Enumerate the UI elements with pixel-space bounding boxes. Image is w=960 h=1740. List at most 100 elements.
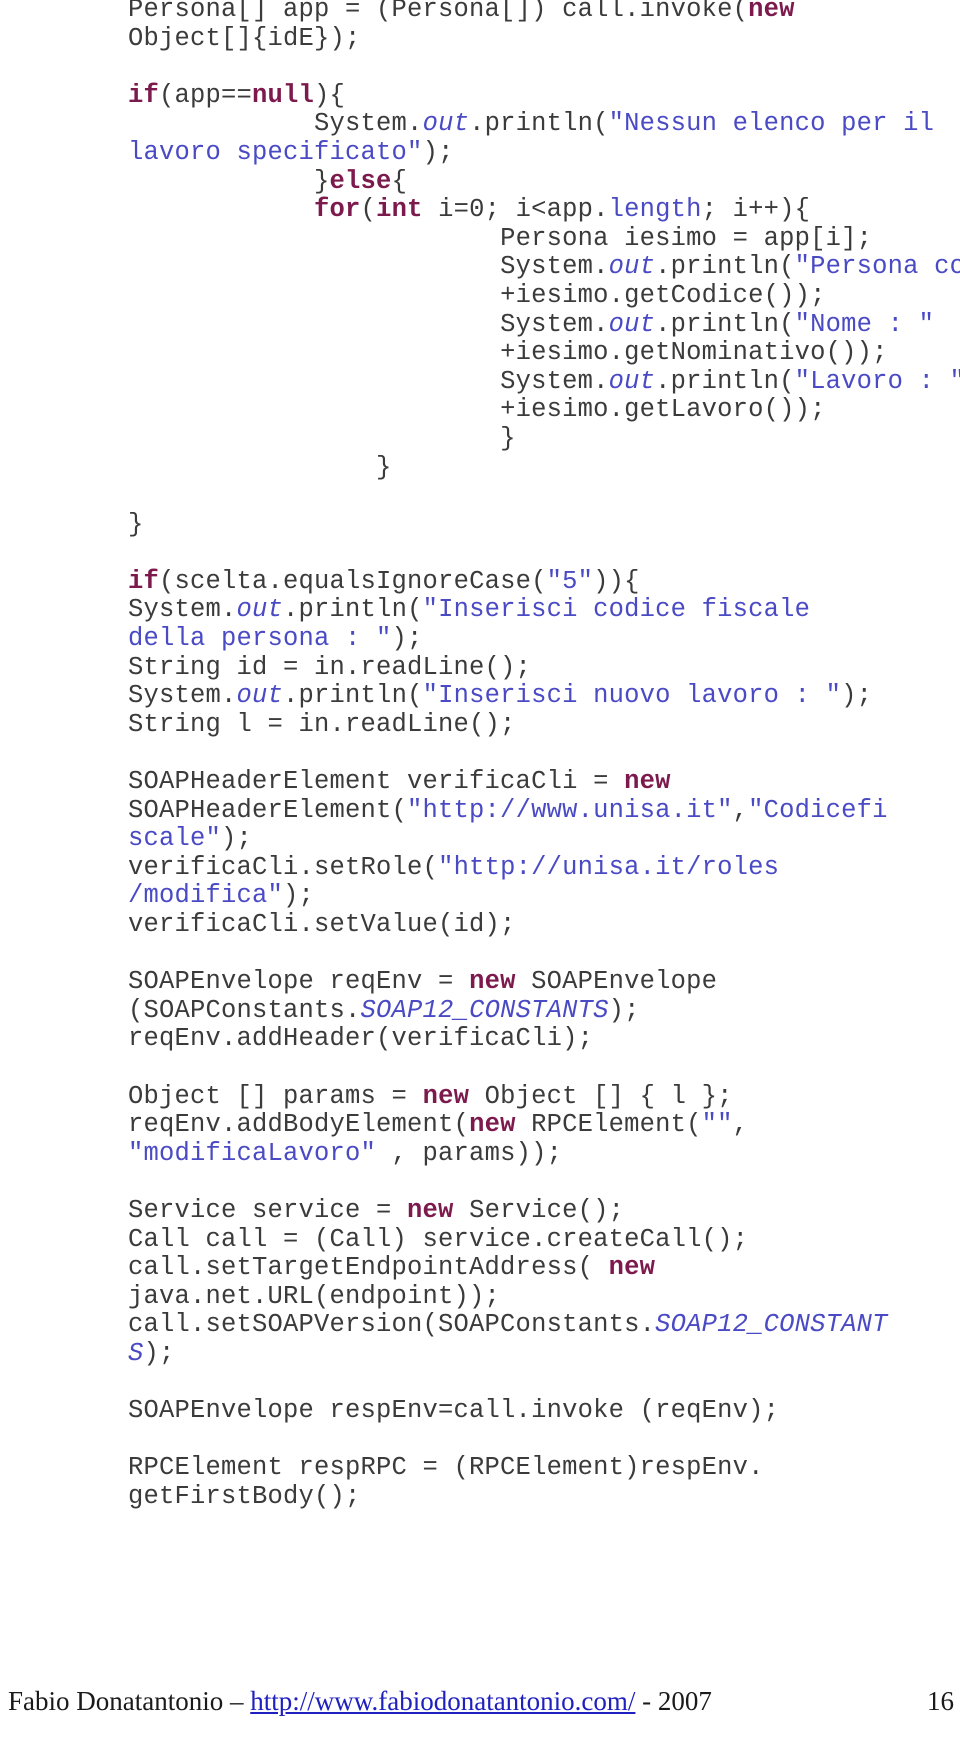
code-token-plain: +iesimo.getCodice()); bbox=[500, 280, 826, 310]
code-token-plain: , params)); bbox=[376, 1138, 563, 1168]
code-token-field: SOAP12_CONSTANTS bbox=[360, 995, 609, 1025]
code-token-field: out bbox=[608, 309, 656, 339]
code-line: java.net.URL(endpoint)); bbox=[128, 1282, 948, 1312]
code-token-plain: } bbox=[314, 166, 330, 196]
code-token-plain: ); bbox=[422, 137, 454, 167]
code-token-plain: .println( bbox=[655, 366, 795, 396]
code-token-plain: System. bbox=[500, 366, 609, 396]
code-line: } bbox=[128, 510, 948, 540]
code-token-plain: i=0; i<app. bbox=[422, 195, 609, 225]
code-token-plain: .println( bbox=[655, 252, 795, 282]
code-token-str: scale" bbox=[128, 824, 222, 854]
code-line: call.setSOAPVersion(SOAPConstants.SOAP12… bbox=[128, 1311, 948, 1340]
code-line: System.out.println("Nome : " bbox=[128, 309, 948, 340]
footer-year: - 2007 bbox=[635, 1686, 712, 1716]
code-token-plain: ); bbox=[608, 995, 640, 1025]
code-token-str: "Codicefi bbox=[748, 795, 888, 825]
code-line: Call call = (Call) service.createCall(); bbox=[128, 1224, 948, 1255]
code-token-kw: int bbox=[376, 195, 423, 225]
code-token-plain: .println( bbox=[469, 109, 609, 139]
code-token-plain: Service(); bbox=[453, 1195, 625, 1225]
code-token-plain: ); bbox=[143, 1338, 175, 1368]
page-footer: Fabio Donatantonio – http://www.fabiodon… bbox=[0, 1684, 960, 1728]
code-token-kw: new bbox=[608, 1253, 656, 1283]
code-token-field: out bbox=[236, 595, 284, 625]
code-token-kw: new bbox=[624, 767, 671, 797]
code-token-str: lavoro specificato" bbox=[128, 137, 423, 167]
code-token-str: "Inserisci codice fiscale bbox=[422, 595, 811, 625]
code-line: System.out.println("Inserisci nuovo lavo… bbox=[128, 681, 948, 711]
code-line: lavoro specificato"); bbox=[128, 137, 948, 168]
code-token-plain: call.setTargetEndpointAddress( bbox=[128, 1253, 609, 1283]
code-line: verificaCli.setValue(id); bbox=[128, 910, 948, 940]
code-token-plain: SOAPEnvelope respEnv=call.invoke (reqEnv… bbox=[128, 1396, 780, 1426]
code-token-plain: ; i++){ bbox=[701, 195, 811, 225]
code-line: reqEnv.addHeader(verificaCli); bbox=[128, 1025, 948, 1054]
code-token-plain: Call call = (Call) service.createCall(); bbox=[128, 1224, 749, 1254]
code-token-kw: if bbox=[128, 566, 160, 596]
code-line: Object[]{idE}); bbox=[128, 23, 948, 54]
code-token-plain: RPCElement( bbox=[515, 1110, 702, 1140]
code-line: Service service = new Service(); bbox=[128, 1195, 948, 1226]
code-line: SOAPHeaderElement("http://www.unisa.it",… bbox=[128, 795, 948, 826]
code-token-plain: Object [] params = bbox=[128, 1081, 423, 1111]
code-line: System.out.println("Nessun elenco per il bbox=[128, 110, 948, 139]
code-token-plain: +iesimo.getLavoro()); bbox=[500, 395, 826, 425]
code-token-plain: .println( bbox=[655, 309, 795, 339]
code-token-plain: ); bbox=[221, 824, 253, 854]
footer-author: Fabio Donatantonio bbox=[8, 1686, 224, 1716]
code-token-plain: Persona iesimo = app[i]; bbox=[500, 223, 873, 253]
footer-separator: – bbox=[223, 1686, 251, 1716]
code-token-plain: ); bbox=[841, 681, 873, 711]
code-token-str: "http://www.unisa.it" bbox=[407, 795, 733, 825]
page-number: 16 bbox=[927, 1686, 954, 1716]
code-token-ident: length bbox=[608, 195, 702, 225]
code-token-plain: System. bbox=[128, 681, 237, 711]
code-line: +iesimo.getCodice()); bbox=[128, 280, 948, 311]
code-token-plain: +iesimo.getNominativo()); bbox=[500, 338, 888, 368]
code-line: verificaCli.setRole("http://unisa.it/rol… bbox=[128, 852, 948, 883]
code-token-str: "http://unisa.it/roles bbox=[438, 852, 780, 882]
code-line: +iesimo.getNominativo()); bbox=[128, 338, 948, 368]
footer-website-link[interactable]: http://www.fabiodonatantonio.com/ bbox=[250, 1686, 635, 1716]
code-line: } bbox=[128, 424, 948, 454]
code-line: getFirstBody(); bbox=[128, 1481, 948, 1512]
code-line: Persona iesimo = app[i]; bbox=[128, 223, 948, 254]
code-line: SOAPEnvelope respEnv=call.invoke (reqEnv… bbox=[128, 1396, 948, 1426]
code-token-plain: call.setSOAPVersion(SOAPConstants. bbox=[128, 1310, 656, 1340]
code-token-plain: System. bbox=[500, 309, 609, 339]
code-line: S); bbox=[128, 1338, 948, 1369]
code-token-plain: System. bbox=[128, 595, 237, 625]
code-token-plain: SOAPEnvelope bbox=[515, 967, 718, 997]
code-line: call.setTargetEndpointAddress( new bbox=[128, 1253, 948, 1283]
code-token-plain: .println( bbox=[283, 595, 423, 625]
code-line: String id = in.readLine(); bbox=[128, 653, 948, 683]
code-line: Persona[] app = (Persona[]) call.invoke(… bbox=[128, 0, 948, 25]
code-token-kw: if bbox=[128, 80, 160, 110]
code-token-plain: RPCElement respRPC = (RPCElement)respEnv… bbox=[128, 1453, 764, 1483]
code-line: della persona : "); bbox=[128, 624, 948, 654]
code-token-plain: Object[]{idE}); bbox=[128, 23, 361, 53]
code-token-kw: else bbox=[329, 166, 392, 196]
code-token-plain: getFirstBody(); bbox=[128, 1481, 361, 1511]
code-token-plain: (app== bbox=[159, 80, 253, 110]
code-line: RPCElement respRPC = (RPCElement)respEnv… bbox=[128, 1453, 948, 1483]
code-line: Object [] params = new Object [] { l }; bbox=[128, 1081, 948, 1112]
code-line: System.out.println("Lavoro : " bbox=[128, 366, 960, 397]
code-token-kw: new bbox=[469, 967, 516, 997]
code-line: String l = in.readLine(); bbox=[128, 709, 948, 740]
code-token-plain: String l = in.readLine(); bbox=[128, 709, 516, 739]
